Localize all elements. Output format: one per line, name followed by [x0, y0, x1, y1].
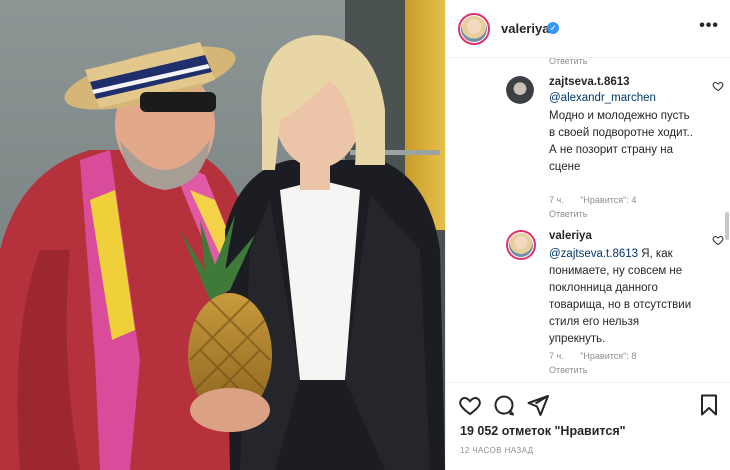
like-comment-heart-icon[interactable]	[712, 234, 724, 246]
author-avatar[interactable]	[458, 13, 490, 45]
heart-icon[interactable]	[458, 393, 482, 417]
comment-username[interactable]: valeriya	[549, 230, 592, 242]
reply-link[interactable]: Ответить	[549, 209, 587, 219]
reply-link[interactable]: Ответить	[549, 365, 587, 375]
comments-list[interactable]: Ответить zajtseva.t.8613 @alexandr_march…	[446, 58, 724, 380]
reply-link[interactable]: Ответить	[549, 58, 587, 66]
comment-time: 7 ч.	[549, 195, 564, 205]
comment-likes[interactable]: "Нравится": 4	[580, 195, 636, 205]
likes-count[interactable]: 19 052 отметок "Нравится"	[460, 424, 626, 438]
bookmark-icon[interactable]	[697, 393, 721, 417]
comment-text: Модно и молодежно пусть в своей подворот…	[549, 110, 693, 173]
comment-time: 7 ч.	[549, 351, 564, 361]
author-username[interactable]: valeriya	[501, 21, 549, 36]
post-header: valeriya ✓ •••	[446, 0, 730, 58]
post-side-panel: valeriya ✓ ••• Ответить zajtseva.t.8613 …	[445, 0, 730, 470]
commenter-avatar[interactable]	[506, 76, 534, 104]
comment-icon[interactable]	[492, 393, 516, 417]
comment-mention[interactable]: @alexandr_marchen	[549, 92, 656, 104]
comment-likes[interactable]: "Нравится": 8	[580, 351, 636, 361]
commenter-avatar[interactable]	[506, 230, 536, 260]
comment-meta: 7 ч. "Нравится": 8	[549, 351, 650, 361]
comment-mention[interactable]: @zajtseva.t.8613	[549, 248, 638, 260]
comment-username[interactable]: zajtseva.t.8613	[549, 76, 630, 88]
post-image	[0, 0, 445, 470]
verified-badge-icon: ✓	[547, 22, 559, 34]
share-icon[interactable]	[526, 393, 550, 417]
like-comment-heart-icon[interactable]	[712, 80, 724, 92]
comment-meta: 7 ч. "Нравится": 4	[549, 195, 650, 205]
post-timestamp: 12 ЧАСОВ НАЗАД	[460, 446, 534, 455]
comment-text: @zajtseva.t.8613 Я, как понимаете, ну со…	[549, 248, 692, 345]
more-options-icon[interactable]: •••	[699, 17, 719, 35]
post-photo[interactable]	[0, 0, 445, 470]
post-actions: 19 052 отметок "Нравится" 12 ЧАСОВ НАЗАД	[446, 382, 730, 470]
comments-scrollbar[interactable]	[725, 212, 729, 240]
